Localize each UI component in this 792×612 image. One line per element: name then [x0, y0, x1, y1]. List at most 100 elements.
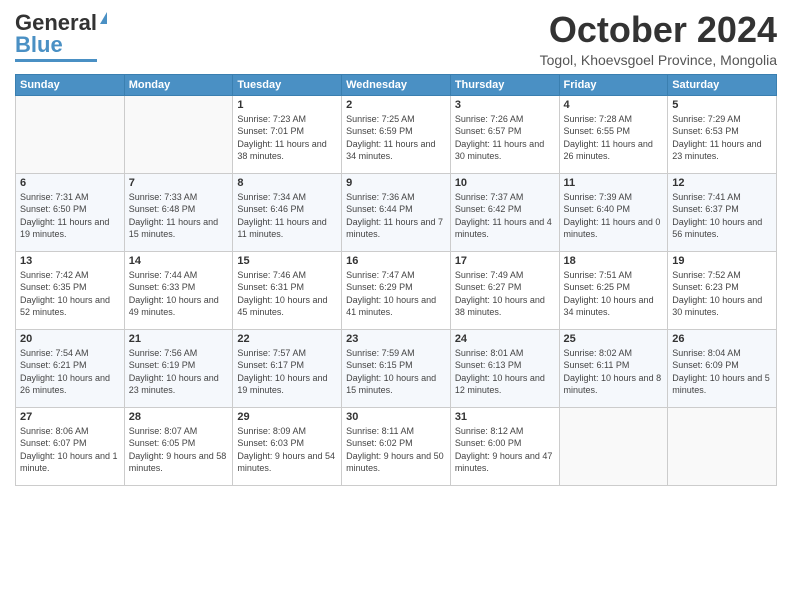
day-number: 29 [237, 411, 337, 423]
cell-content: Sunrise: 7:47 AM [346, 269, 446, 282]
logo-triangle-icon [100, 12, 107, 24]
calendar-cell [16, 95, 125, 173]
cell-content: Sunrise: 7:51 AM [564, 269, 664, 282]
cell-content: Sunrise: 7:36 AM [346, 191, 446, 204]
cell-content: Daylight: 11 hours and 23 minutes. [672, 138, 772, 163]
cell-content: Daylight: 11 hours and 26 minutes. [564, 138, 664, 163]
cell-content: Daylight: 10 hours and 15 minutes. [346, 372, 446, 397]
calendar-cell: 29Sunrise: 8:09 AMSunset: 6:03 PMDayligh… [233, 407, 342, 485]
cell-content: Sunset: 6:31 PM [237, 281, 337, 294]
cell-content: Sunrise: 7:56 AM [129, 347, 229, 360]
cell-content: Sunset: 6:07 PM [20, 437, 120, 450]
calendar-header: SundayMondayTuesdayWednesdayThursdayFrid… [16, 74, 777, 95]
calendar-page: General Blue October 2024 Togol, Khoevsg… [0, 0, 792, 612]
month-title: October 2024 [540, 10, 777, 50]
cell-content: Sunset: 6:23 PM [672, 281, 772, 294]
day-header-thursday: Thursday [450, 74, 559, 95]
day-number: 11 [564, 177, 664, 189]
calendar-cell: 26Sunrise: 8:04 AMSunset: 6:09 PMDayligh… [668, 329, 777, 407]
cell-content: Daylight: 10 hours and 45 minutes. [237, 294, 337, 319]
cell-content: Sunset: 6:27 PM [455, 281, 555, 294]
cell-content: Sunset: 6:19 PM [129, 359, 229, 372]
calendar-cell: 2Sunrise: 7:25 AMSunset: 6:59 PMDaylight… [342, 95, 451, 173]
day-number: 17 [455, 255, 555, 267]
day-number: 18 [564, 255, 664, 267]
cell-content: Sunset: 6:35 PM [20, 281, 120, 294]
cell-content: Daylight: 11 hours and 7 minutes. [346, 216, 446, 241]
cell-content: Daylight: 9 hours and 54 minutes. [237, 450, 337, 475]
location-title: Togol, Khoevsgoel Province, Mongolia [540, 52, 777, 68]
cell-content: Sunset: 6:02 PM [346, 437, 446, 450]
calendar-cell: 20Sunrise: 7:54 AMSunset: 6:21 PMDayligh… [16, 329, 125, 407]
calendar-body: 1Sunrise: 7:23 AMSunset: 7:01 PMDaylight… [16, 95, 777, 485]
cell-content: Sunset: 6:42 PM [455, 203, 555, 216]
day-number: 13 [20, 255, 120, 267]
cell-content: Sunrise: 7:46 AM [237, 269, 337, 282]
day-number: 26 [672, 333, 772, 345]
cell-content: Daylight: 11 hours and 15 minutes. [129, 216, 229, 241]
day-number: 15 [237, 255, 337, 267]
calendar-cell: 10Sunrise: 7:37 AMSunset: 6:42 PMDayligh… [450, 173, 559, 251]
day-header-friday: Friday [559, 74, 668, 95]
cell-content: Sunset: 6:53 PM [672, 125, 772, 138]
cell-content: Sunrise: 7:54 AM [20, 347, 120, 360]
cell-content: Daylight: 9 hours and 50 minutes. [346, 450, 446, 475]
calendar-cell: 13Sunrise: 7:42 AMSunset: 6:35 PMDayligh… [16, 251, 125, 329]
cell-content: Daylight: 9 hours and 47 minutes. [455, 450, 555, 475]
cell-content: Sunset: 6:44 PM [346, 203, 446, 216]
cell-content: Sunrise: 7:33 AM [129, 191, 229, 204]
day-number: 7 [129, 177, 229, 189]
week-row-1: 1Sunrise: 7:23 AMSunset: 7:01 PMDaylight… [16, 95, 777, 173]
cell-content: Sunset: 6:59 PM [346, 125, 446, 138]
cell-content: Sunset: 6:57 PM [455, 125, 555, 138]
cell-content: Sunrise: 7:41 AM [672, 191, 772, 204]
calendar-cell: 28Sunrise: 8:07 AMSunset: 6:05 PMDayligh… [124, 407, 233, 485]
day-number: 31 [455, 411, 555, 423]
week-row-3: 13Sunrise: 7:42 AMSunset: 6:35 PMDayligh… [16, 251, 777, 329]
calendar-cell: 19Sunrise: 7:52 AMSunset: 6:23 PMDayligh… [668, 251, 777, 329]
cell-content: Sunrise: 7:39 AM [564, 191, 664, 204]
calendar-cell: 15 Sunrise: 7:46 AMSunset: 6:31 PMDayligh… [233, 251, 342, 329]
calendar-cell [559, 407, 668, 485]
cell-content: Sunrise: 8:11 AM [346, 425, 446, 438]
calendar-cell: 22Sunrise: 7:57 AMSunset: 6:17 PMDayligh… [233, 329, 342, 407]
cell-content: Daylight: 10 hours and 30 minutes. [672, 294, 772, 319]
calendar-cell: 23Sunrise: 7:59 AMSunset: 6:15 PMDayligh… [342, 329, 451, 407]
day-number: 6 [20, 177, 120, 189]
calendar-cell: 9Sunrise: 7:36 AMSunset: 6:44 PMDaylight… [342, 173, 451, 251]
calendar-cell [668, 407, 777, 485]
cell-content: Daylight: 10 hours and 41 minutes. [346, 294, 446, 319]
cell-content: Sunrise: 7:49 AM [455, 269, 555, 282]
cell-content: Sunset: 6:09 PM [672, 359, 772, 372]
cell-content: Daylight: 9 hours and 58 minutes. [129, 450, 229, 475]
cell-content: Daylight: 11 hours and 0 minutes. [564, 216, 664, 241]
calendar-cell: 1Sunrise: 7:23 AMSunset: 7:01 PMDaylight… [233, 95, 342, 173]
day-number: 19 [672, 255, 772, 267]
day-number: 25 [564, 333, 664, 345]
cell-content: Sunrise: 8:09 AM [237, 425, 337, 438]
cell-content: Daylight: 11 hours and 19 minutes. [20, 216, 120, 241]
day-number: 16 [346, 255, 446, 267]
day-header-saturday: Saturday [668, 74, 777, 95]
logo-underline [15, 59, 97, 62]
calendar-cell: 8Sunrise: 7:34 AMSunset: 6:46 PMDaylight… [233, 173, 342, 251]
cell-content: Sunrise: 7:26 AM [455, 113, 555, 126]
cell-content: Sunset: 6:37 PM [672, 203, 772, 216]
week-row-4: 20Sunrise: 7:54 AMSunset: 6:21 PMDayligh… [16, 329, 777, 407]
calendar-cell: 16 Sunrise: 7:47 AMSunset: 6:29 PMDayligh… [342, 251, 451, 329]
calendar-cell: 21Sunrise: 7:56 AMSunset: 6:19 PMDayligh… [124, 329, 233, 407]
calendar-cell: 31Sunrise: 8:12 AMSunset: 6:00 PMDayligh… [450, 407, 559, 485]
cell-content: Daylight: 11 hours and 30 minutes. [455, 138, 555, 163]
cell-content: Sunset: 6:29 PM [346, 281, 446, 294]
cell-content: Daylight: 11 hours and 11 minutes. [237, 216, 337, 241]
cell-content: Sunrise: 8:01 AM [455, 347, 555, 360]
day-header-monday: Monday [124, 74, 233, 95]
cell-content: Sunrise: 7:37 AM [455, 191, 555, 204]
day-number: 2 [346, 99, 446, 111]
calendar-cell: 24Sunrise: 8:01 AMSunset: 6:13 PMDayligh… [450, 329, 559, 407]
cell-content: Sunset: 6:21 PM [20, 359, 120, 372]
calendar-cell: 3Sunrise: 7:26 AMSunset: 6:57 PMDaylight… [450, 95, 559, 173]
calendar-cell: 5Sunrise: 7:29 AMSunset: 6:53 PMDaylight… [668, 95, 777, 173]
day-number: 14 [129, 255, 229, 267]
calendar-cell: 7Sunrise: 7:33 AMSunset: 6:48 PMDaylight… [124, 173, 233, 251]
